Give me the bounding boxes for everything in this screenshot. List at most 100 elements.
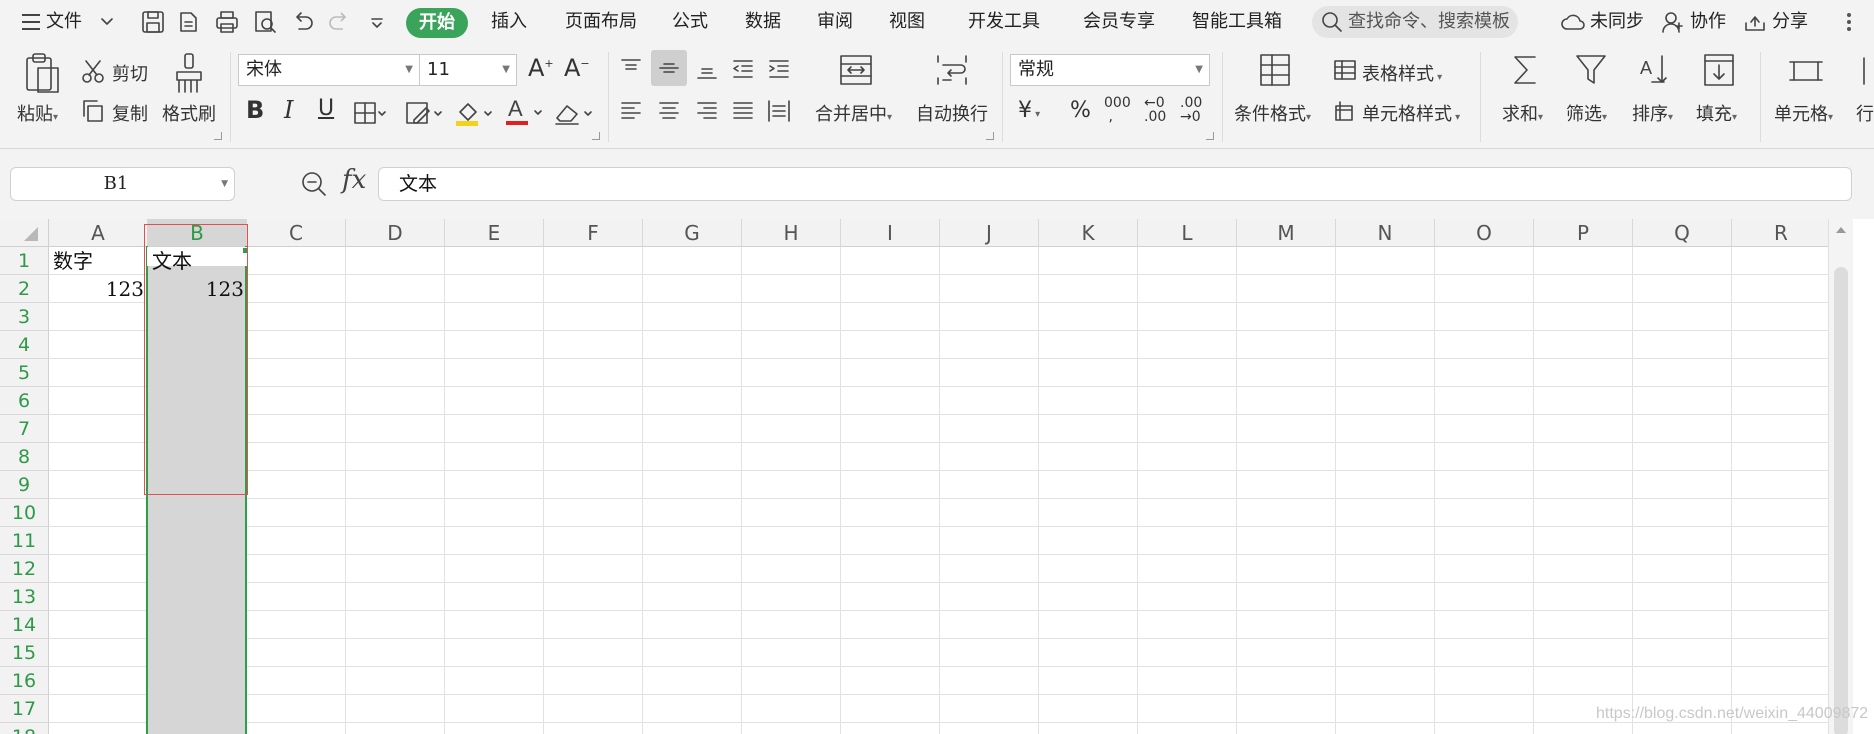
column-header-g[interactable]: G (643, 219, 742, 247)
sync-status[interactable]: 未同步 (1590, 0, 1644, 44)
format-painter-button[interactable]: 格式刷 (162, 100, 216, 126)
clipboard-dialog-launcher[interactable] (214, 132, 222, 140)
borders-icon[interactable] (352, 100, 386, 126)
cell-fill-shape-icon[interactable] (404, 100, 444, 126)
print-preview-icon[interactable] (252, 9, 278, 35)
copy-button[interactable]: 复制 (112, 100, 148, 126)
cell-style-button[interactable]: 单元格样式 ▾ (1362, 100, 1460, 126)
align-right-icon[interactable] (694, 98, 720, 124)
justify-icon[interactable] (730, 98, 756, 124)
increase-indent-icon[interactable] (766, 56, 792, 82)
wrap-text-button[interactable]: 自动换行 (916, 100, 988, 126)
tab-formulas[interactable]: 公式 (672, 0, 708, 44)
cell-A2[interactable]: 123 (50, 275, 144, 303)
fill-color-icon[interactable] (452, 98, 496, 128)
cell-format-icon[interactable] (1788, 54, 1824, 88)
select-all-corner[interactable] (0, 219, 49, 247)
scissors-icon[interactable] (80, 58, 106, 84)
tab-developer[interactable]: 开发工具 (968, 0, 1040, 44)
formula-input[interactable]: 文本 (378, 167, 1852, 201)
sum-icon[interactable] (1508, 52, 1542, 88)
fill-handle[interactable] (243, 248, 248, 253)
undo-icon[interactable] (290, 9, 316, 35)
column-header-r[interactable]: R (1732, 219, 1831, 247)
cell-style-icon[interactable] (1332, 98, 1358, 124)
collaborate-button[interactable]: 协作 (1690, 0, 1726, 44)
row-header-2[interactable]: 2 (0, 275, 49, 303)
row-header-5[interactable]: 5 (0, 359, 49, 387)
save-icon[interactable] (140, 9, 166, 35)
currency-format-button[interactable]: ¥ ▾ (1018, 98, 1040, 123)
tab-member[interactable]: 会员专享 (1083, 0, 1155, 44)
column-header-h[interactable]: H (742, 219, 841, 247)
sum-button[interactable]: 求和▾ (1502, 100, 1543, 126)
number-dialog-launcher[interactable] (1206, 132, 1214, 140)
alignment-dialog-launcher[interactable] (986, 132, 994, 140)
zoom-icon[interactable] (300, 170, 328, 198)
row-header-12[interactable]: 12 (0, 555, 49, 583)
wrap-text-icon[interactable] (934, 52, 970, 88)
align-middle-button[interactable] (651, 50, 687, 86)
command-search[interactable]: 查找命令、搜索模板 (1312, 6, 1518, 38)
column-header-l[interactable]: L (1138, 219, 1237, 247)
template-icon[interactable] (176, 9, 202, 35)
align-center-icon[interactable] (656, 98, 682, 124)
scroll-up-icon[interactable] (1836, 227, 1846, 233)
row-header-17[interactable]: 17 (0, 695, 49, 723)
column-header-f[interactable]: F (544, 219, 643, 247)
row-header-6[interactable]: 6 (0, 387, 49, 415)
table-style-button[interactable]: 表格样式 ▾ (1362, 60, 1442, 86)
row-header-13[interactable]: 13 (0, 583, 49, 611)
chevron-down-icon[interactable] (100, 0, 114, 44)
share-button[interactable]: 分享 (1772, 0, 1808, 44)
row-header-18[interactable]: 18 (0, 723, 49, 734)
distributed-align-icon[interactable] (766, 98, 792, 124)
row-header-11[interactable]: 11 (0, 527, 49, 555)
bold-icon[interactable]: B (246, 96, 264, 124)
column-header-a[interactable]: A (49, 219, 148, 247)
format-painter-icon[interactable] (172, 52, 206, 94)
row-header-16[interactable]: 16 (0, 667, 49, 695)
vertical-scrollbar[interactable] (1828, 219, 1853, 734)
row-header-10[interactable]: 10 (0, 499, 49, 527)
column-header-m[interactable]: M (1237, 219, 1336, 247)
paste-button[interactable]: 粘贴▾ (17, 100, 58, 126)
more-vertical-icon[interactable] (1844, 0, 1854, 44)
tab-insert[interactable]: 插入 (491, 0, 527, 44)
sort-icon[interactable]: A (1638, 52, 1672, 88)
merge-center-button[interactable]: 合并居中▾ (815, 100, 892, 126)
cell-button[interactable]: 单元格▾ (1774, 100, 1833, 126)
font-dialog-launcher[interactable] (592, 132, 600, 140)
row-header-4[interactable]: 4 (0, 331, 49, 359)
scrollbar-thumb[interactable] (1834, 267, 1848, 734)
column-header-n[interactable]: N (1336, 219, 1435, 247)
underline-icon[interactable]: U (318, 96, 334, 121)
print-icon[interactable] (214, 9, 240, 35)
sort-button[interactable]: 排序▾ (1632, 100, 1673, 126)
column-header-e[interactable]: E (445, 219, 544, 247)
row-header-15[interactable]: 15 (0, 639, 49, 667)
conditional-format-button[interactable]: 条件格式▾ (1234, 100, 1311, 126)
column-header-b[interactable]: B (148, 219, 247, 247)
tab-data[interactable]: 数据 (745, 0, 781, 44)
align-left-icon[interactable] (618, 98, 644, 124)
column-header-o[interactable]: O (1435, 219, 1534, 247)
tab-home[interactable]: 开始 (406, 8, 468, 38)
column-header-d[interactable]: D (346, 219, 445, 247)
tab-view[interactable]: 视图 (889, 0, 925, 44)
copy-icon[interactable] (80, 98, 106, 124)
align-top-icon[interactable] (618, 56, 644, 82)
thousands-separator-icon[interactable]: 000 , (1104, 96, 1131, 124)
quick-access-more-icon[interactable] (364, 9, 390, 35)
fill-icon[interactable] (1702, 52, 1736, 88)
column-header-j[interactable]: J (940, 219, 1039, 247)
italic-icon[interactable]: I (284, 96, 293, 124)
decrease-font-icon[interactable]: A− (564, 54, 590, 82)
decrease-decimal-icon[interactable]: .00 →0 (1180, 96, 1202, 124)
fx-icon[interactable]: fx (342, 165, 366, 195)
conditional-format-icon[interactable] (1258, 52, 1292, 88)
font-size-select[interactable]: 11 ▼ (419, 54, 517, 86)
file-menu[interactable]: 文件 (46, 0, 82, 44)
row-col-icon[interactable] (1858, 54, 1874, 88)
column-header-c[interactable]: C (247, 219, 346, 247)
